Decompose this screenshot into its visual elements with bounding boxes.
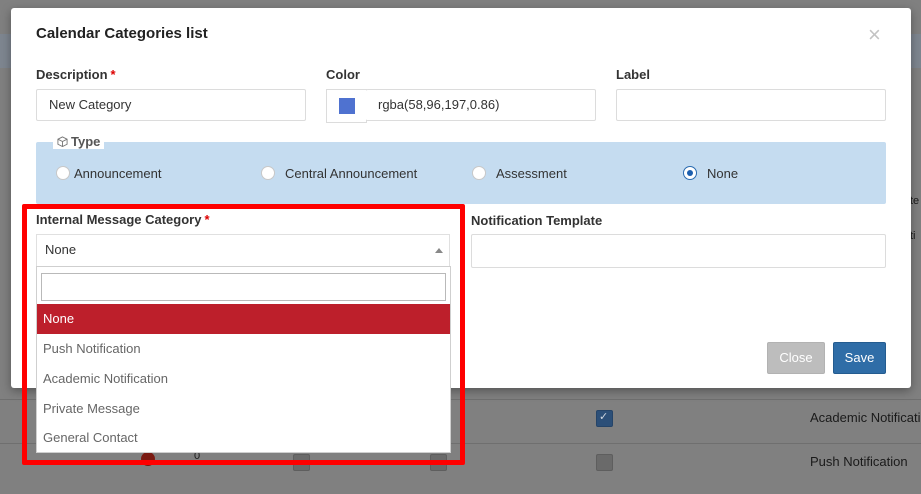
row-checkbox bbox=[430, 454, 447, 471]
description-input[interactable]: New Category bbox=[36, 89, 306, 121]
label-input[interactable] bbox=[616, 89, 886, 121]
dropdown-search-input[interactable] bbox=[41, 273, 446, 301]
modal-title: Calendar Categories list bbox=[36, 25, 208, 42]
color-dot bbox=[141, 452, 155, 466]
save-button[interactable]: Save bbox=[833, 342, 886, 374]
row-checkbox bbox=[293, 454, 310, 471]
radio-central-announcement[interactable] bbox=[261, 166, 275, 180]
required-mark: * bbox=[110, 67, 116, 82]
color-swatch-button[interactable] bbox=[326, 89, 367, 123]
type-fieldset bbox=[36, 142, 886, 204]
dropdown-option[interactable]: Push Notification bbox=[37, 334, 450, 364]
radio-announcement[interactable] bbox=[56, 166, 70, 180]
row-checkbox bbox=[596, 454, 613, 471]
radio-label: None bbox=[707, 166, 739, 181]
color-label: Color bbox=[326, 67, 360, 82]
internal-message-category-select[interactable]: None bbox=[36, 234, 450, 266]
radio-label: Central Announcement bbox=[285, 166, 418, 181]
row-type-text: Academic Notificati bbox=[810, 410, 921, 425]
category-dropdown: None Push Notification Academic Notifica… bbox=[36, 266, 451, 453]
color-input[interactable]: rgba(58,96,197,0.86) bbox=[366, 89, 596, 121]
description-label: Description * bbox=[36, 67, 116, 82]
row-checkbox bbox=[596, 410, 613, 427]
dropdown-option[interactable]: General Contact bbox=[37, 423, 450, 453]
row-type-text: Push Notification bbox=[810, 454, 908, 469]
select-value: None bbox=[45, 242, 77, 257]
cube-icon bbox=[57, 136, 68, 147]
dropdown-option[interactable]: Private Message bbox=[37, 394, 450, 424]
notification-template-input[interactable] bbox=[471, 234, 886, 268]
radio-label: Announcement bbox=[74, 166, 162, 181]
radio-none[interactable] bbox=[683, 166, 697, 180]
type-legend: Type bbox=[53, 134, 105, 149]
required-mark: * bbox=[204, 212, 210, 227]
internal-message-category-label: Internal Message Category * bbox=[36, 212, 210, 227]
caret-up-icon bbox=[435, 248, 443, 253]
color-swatch bbox=[339, 98, 355, 114]
close-icon[interactable]: × bbox=[868, 23, 881, 47]
label-label: Label bbox=[616, 67, 650, 82]
notification-template-label: Notification Template bbox=[471, 213, 603, 228]
radio-assessment[interactable] bbox=[472, 166, 486, 180]
close-button[interactable]: Close bbox=[767, 342, 825, 374]
dropdown-option[interactable]: Academic Notification bbox=[37, 364, 450, 394]
background-peek-text: te bbox=[910, 195, 920, 207]
dropdown-option[interactable]: None bbox=[37, 304, 450, 334]
radio-label: Assessment bbox=[496, 166, 567, 181]
